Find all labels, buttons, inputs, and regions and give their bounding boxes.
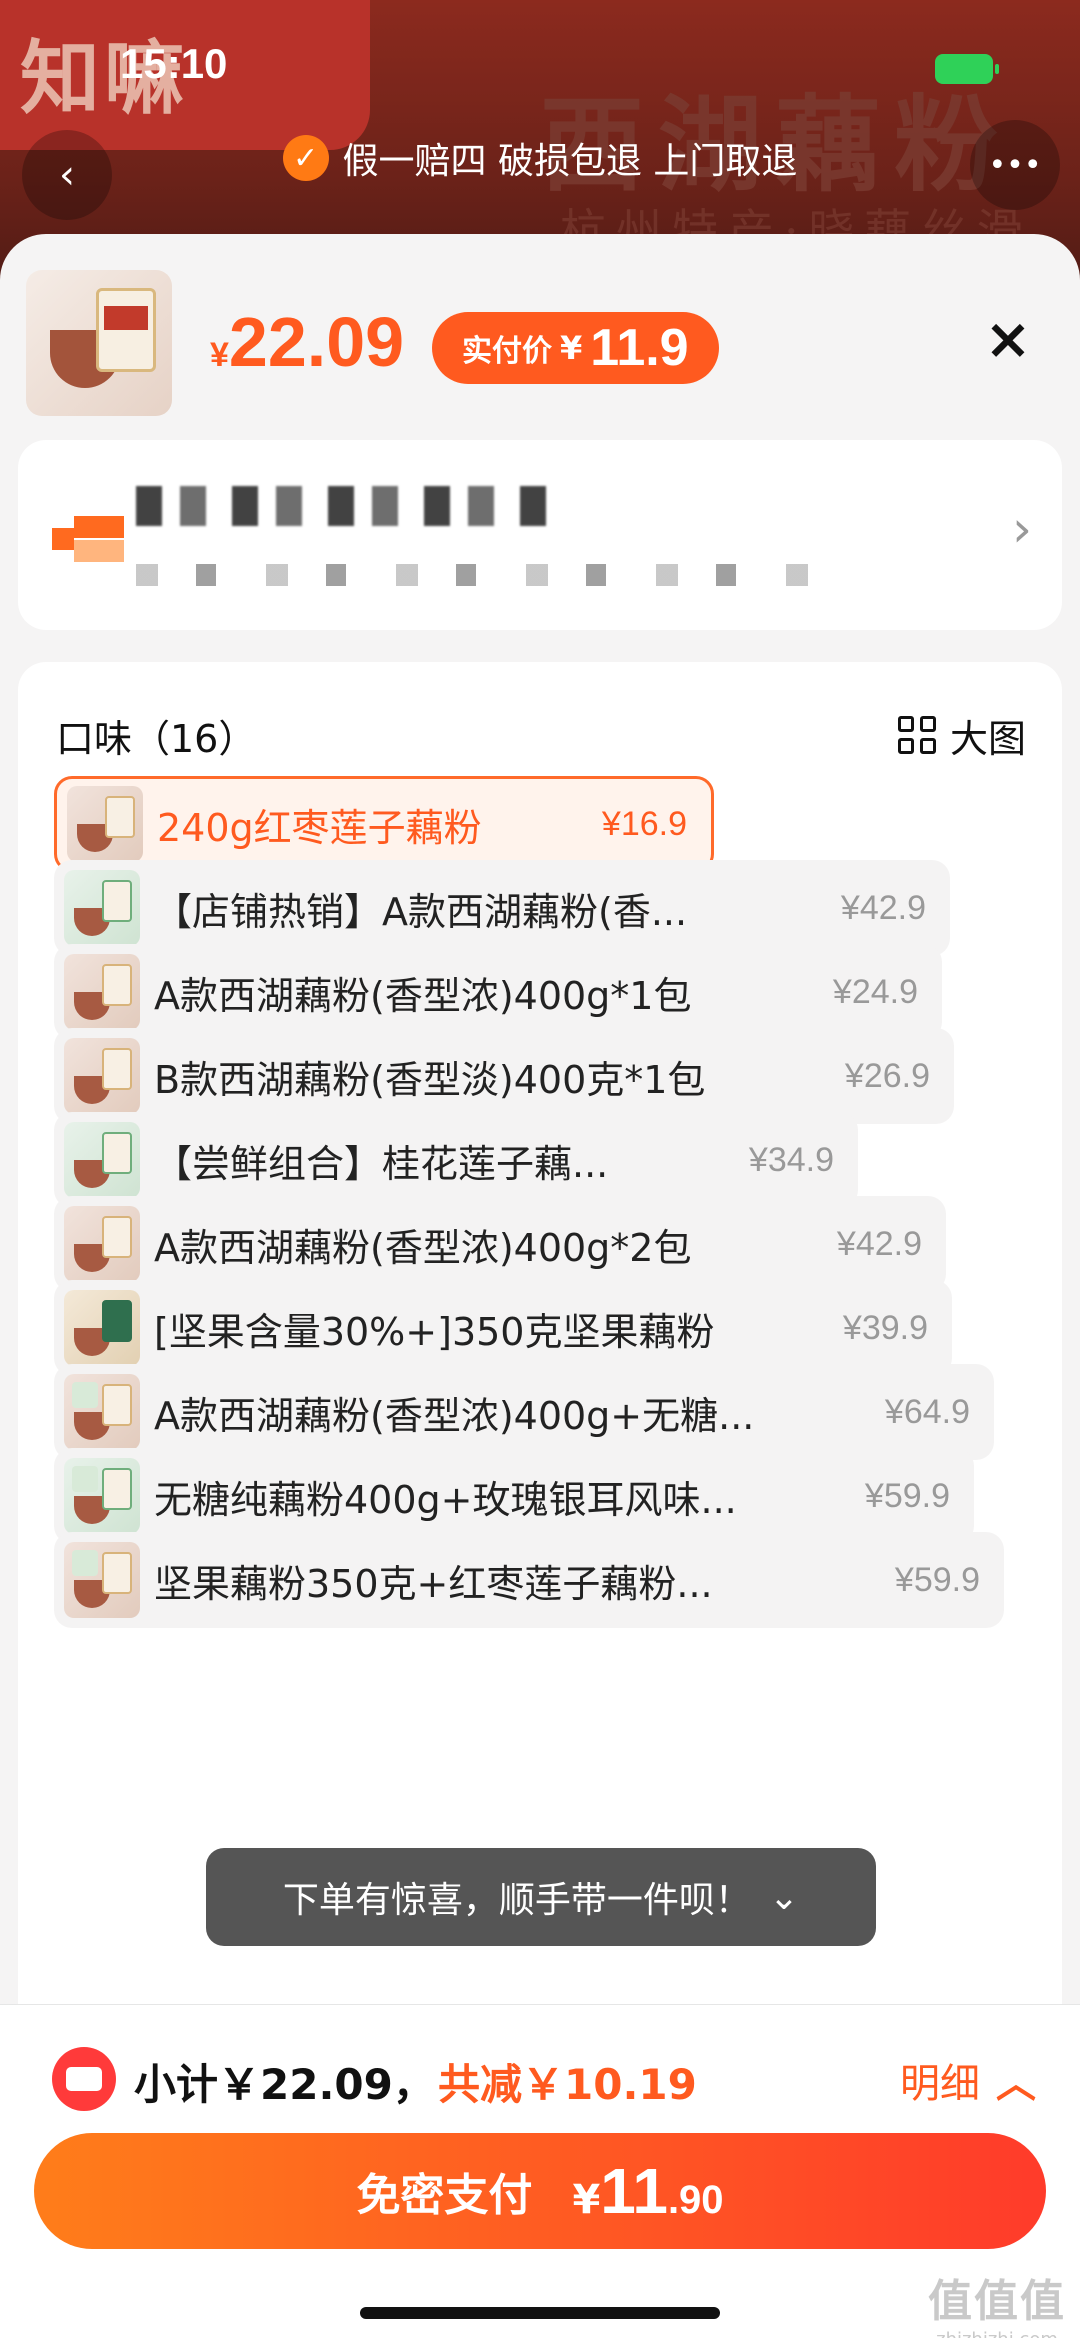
option-label: 【店铺热销】A款西湖藕粉(香... [154, 889, 688, 934]
big-view-label: 大图 [949, 717, 1026, 761]
option-item[interactable]: 【店铺热销】A款西湖藕粉(香... ¥42.9 [54, 860, 950, 956]
option-thumbnail [64, 1206, 140, 1282]
address-detail-redacted [136, 564, 816, 586]
option-thumbnail [67, 786, 143, 862]
guarantee-text: 假一赔四 破损包退 上门取退 [342, 141, 798, 182]
battery-icon [935, 54, 999, 84]
option-thumbnail [64, 1290, 140, 1366]
chevron-down-icon: ⌄ [768, 1876, 800, 1918]
option-thumbnail [64, 1458, 140, 1534]
sheet-header: ¥22.09 实付价 ¥ 11.9 × [26, 270, 1056, 420]
option-thumbnail [64, 1542, 140, 1618]
option-price: ¥59.9 [864, 1476, 950, 1515]
paid-price-value: 11.9 [590, 319, 689, 377]
option-item[interactable]: 240g红枣莲子藕粉 ¥16.9 [54, 776, 714, 872]
original-price: ¥22.09 [210, 303, 405, 381]
address-card[interactable]: › [18, 440, 1062, 630]
option-item[interactable]: A款西湖藕粉(香型浓)400g*2包 ¥42.9 [54, 1196, 946, 1292]
chevron-right-icon: › [1012, 500, 1032, 558]
option-price: ¥42.9 [840, 888, 926, 927]
option-price: ¥26.9 [844, 1056, 930, 1095]
watermark: 值值值 zhizhizhi.com [928, 2265, 1066, 2338]
option-label: 240g红枣莲子藕粉 [157, 805, 482, 850]
option-thumbnail [64, 870, 140, 946]
promo-toast[interactable]: 下单有惊喜，顺手带一件呗！ ⌄ [206, 1848, 876, 1946]
paid-price-label: 实付价 [462, 334, 552, 369]
location-icon [52, 516, 124, 562]
option-label: B款西湖藕粉(香型淡)400克*1包 [154, 1057, 706, 1102]
product-thumbnail[interactable] [26, 270, 172, 416]
toast-text: 下单有惊喜，顺手带一件呗！ [282, 1880, 751, 1921]
option-label: [坚果含量30%+]350克坚果藕粉 [154, 1309, 715, 1354]
pay-label: 免密支付 [356, 2170, 533, 2221]
option-label: 【尝鲜组合】桂花莲子藕... [154, 1141, 609, 1186]
option-item[interactable]: 坚果藕粉350克+红枣莲子藕粉... ¥59.9 [54, 1532, 1004, 1628]
option-price: ¥42.9 [836, 1224, 922, 1263]
option-label: A款西湖藕粉(香型浓)400g*2包 [154, 1225, 692, 1270]
address-name-redacted [136, 486, 556, 526]
checkout-bar: 小计￥22.09， 共减￥10.19 明细 ︿ 免密支付 ¥11.90 值值值 … [0, 2004, 1080, 2338]
discount-text: 共减￥10.19 [438, 2060, 697, 2109]
detail-button[interactable]: 明细 ︿ [900, 2051, 1036, 2109]
option-price: ¥39.9 [842, 1308, 928, 1347]
option-price: ¥59.9 [894, 1560, 980, 1599]
option-item[interactable]: A款西湖藕粉(香型浓)400g*1包 ¥24.9 [54, 944, 942, 1040]
option-price: ¥64.9 [884, 1392, 970, 1431]
pay-amount: ¥11.90 [572, 2155, 724, 2227]
chevron-up-icon: ︿ [996, 2061, 1036, 2107]
pay-button[interactable]: 免密支付 ¥11.90 [34, 2133, 1046, 2249]
big-view-button[interactable]: 大图 [897, 708, 1026, 763]
option-price: ¥16.9 [601, 804, 687, 843]
option-price: ¥24.9 [832, 972, 918, 1011]
coupon-icon [52, 2047, 116, 2111]
watermark-url: zhizhizhi.com [928, 2329, 1066, 2338]
option-label: 坚果藕粉350克+红枣莲子藕粉... [154, 1561, 713, 1606]
status-time: 15:10 [120, 40, 228, 87]
paid-price-badge: 实付价 ¥ 11.9 [432, 312, 719, 384]
status-bar: 15:10 [0, 40, 1080, 100]
watermark-logo: 值值值 [928, 2276, 1066, 2327]
subtotal-text: 小计￥22.09， [134, 2060, 435, 2109]
close-icon[interactable]: × [978, 310, 1038, 370]
home-indicator[interactable] [360, 2307, 720, 2319]
option-label: A款西湖藕粉(香型浓)400g+无糖... [154, 1393, 755, 1438]
grid-icon [897, 715, 938, 756]
option-label: A款西湖藕粉(香型浓)400g*1包 [154, 973, 692, 1018]
option-thumbnail [64, 1122, 140, 1198]
option-thumbnail [64, 1374, 140, 1450]
option-item[interactable]: A款西湖藕粉(香型浓)400g+无糖... ¥64.9 [54, 1364, 994, 1460]
option-item[interactable]: B款西湖藕粉(香型淡)400克*1包 ¥26.9 [54, 1028, 954, 1124]
detail-label: 明细 [900, 2061, 980, 2107]
option-thumbnail [64, 954, 140, 1030]
shield-check-icon: ✓ [282, 135, 329, 181]
option-thumbnail [64, 1038, 140, 1114]
guarantee-banner: ✓ 假一赔四 破损包退 上门取退 [0, 132, 1080, 184]
option-item[interactable]: [坚果含量30%+]350克坚果藕粉 ¥39.9 [54, 1280, 952, 1376]
option-item[interactable]: 【尝鲜组合】桂花莲子藕... ¥34.9 [54, 1112, 858, 1208]
flavor-section-title: 口味（16） [56, 717, 257, 761]
option-label: 无糖纯藕粉400g+玫瑰银耳风味... [154, 1477, 737, 1522]
option-item[interactable]: 无糖纯藕粉400g+玫瑰银耳风味... ¥59.9 [54, 1448, 974, 1544]
option-price: ¥34.9 [748, 1140, 834, 1179]
